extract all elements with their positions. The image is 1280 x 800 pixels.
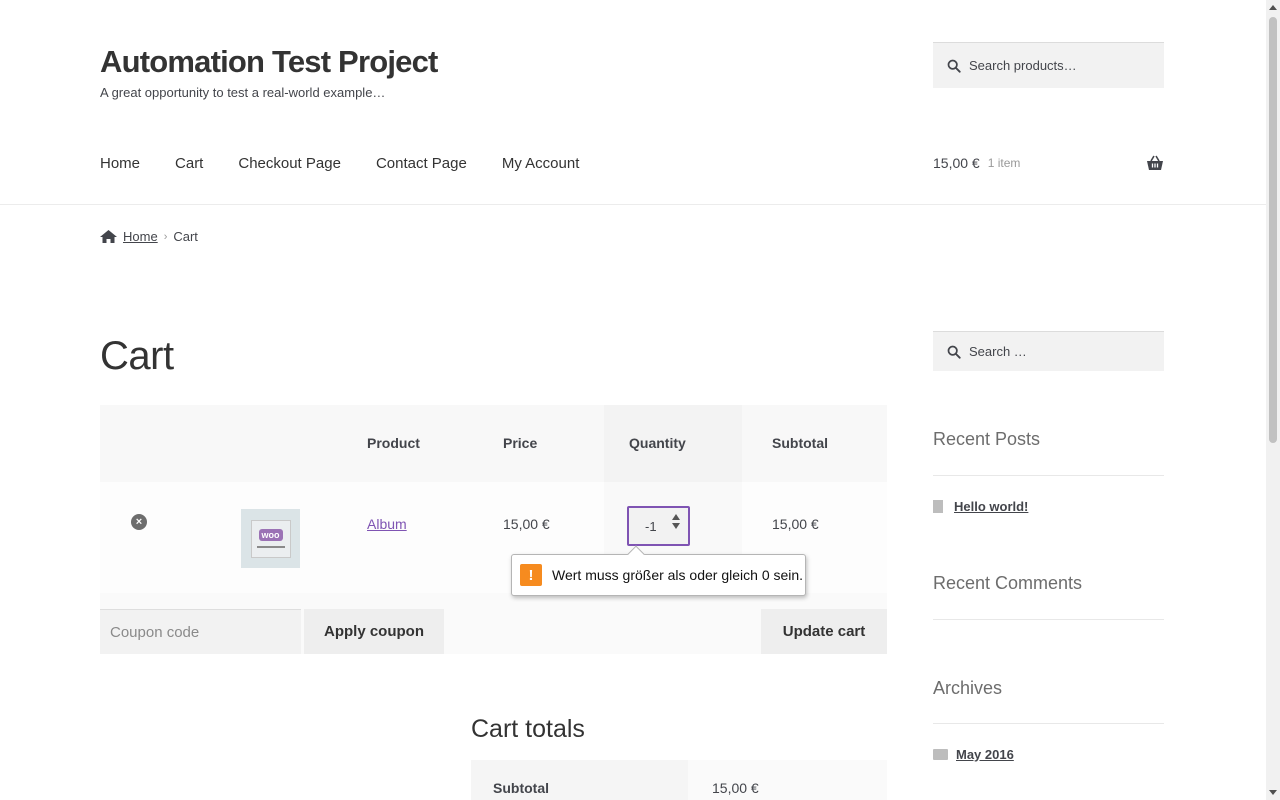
nav-item-cart[interactable]: Cart [175,155,203,172]
validation-message: Wert muss größer als oder gleich 0 sein. [552,567,804,583]
search-icon [947,59,961,73]
product-subtotal: 15,00 € [772,516,819,532]
nav-item-checkout[interactable]: Checkout Page [238,155,341,172]
header-mini-cart[interactable]: 15,00 € 1 item [933,155,1164,171]
breadcrumb-current: Cart [173,229,198,244]
product-price: 15,00 € [503,516,550,532]
scroll-thumb[interactable] [1269,17,1277,443]
basket-icon [1147,155,1163,170]
validation-tooltip: ! Wert muss größer als oder gleich 0 sei… [511,545,806,596]
cart-table-header: Product Price Quantity Subtotal [100,405,887,482]
header-divider [0,204,1266,205]
column-product: Product [367,435,420,451]
update-cart-button[interactable]: Update cart [761,609,887,654]
mini-cart-count: 1 item [987,156,1021,170]
totals-subtotal-label: Subtotal [493,780,549,796]
nav-item-contact[interactable]: Contact Page [376,155,467,172]
quantity-value: -1 [645,518,657,534]
mini-cart-amount: 15,00 € [933,155,980,171]
woo-logo: woo [258,529,283,541]
product-thumbnail[interactable]: woo [241,509,300,568]
folder-icon [933,749,948,760]
site-description: A great opportunity to test a real-world… [100,85,386,100]
totals-subtotal-value: 15,00 € [712,780,759,796]
nav-item-home[interactable]: Home [100,155,140,172]
sidebar-search-placeholder: Search … [969,344,1027,359]
column-subtotal: Subtotal [772,435,828,451]
product-search-placeholder: Search products… [969,58,1077,73]
archive-link[interactable]: May 2016 [956,747,1014,762]
quantity-stepper[interactable] [672,514,680,529]
scroll-up-icon[interactable] [1269,5,1277,10]
quantity-input[interactable]: -1 [627,506,690,546]
recent-post-item: Hello world! [933,499,1028,514]
cart-totals-title: Cart totals [471,715,585,743]
archive-item: May 2016 [933,747,1014,762]
primary-navigation: Home Cart Checkout Page Contact Page My … [100,155,614,172]
document-icon [933,500,943,513]
stepper-down-icon[interactable] [672,523,680,529]
site-title[interactable]: Automation Test Project [100,44,438,80]
breadcrumb: Home › Cart [100,229,198,244]
apply-coupon-button[interactable]: Apply coupon [304,609,444,654]
breadcrumb-home-link[interactable]: Home [123,229,158,244]
cart-totals-table: Subtotal 15,00 € [471,760,887,800]
recent-post-link[interactable]: Hello world! [954,499,1028,514]
search-icon [947,345,961,359]
product-link[interactable]: Album [367,516,407,532]
remove-item-icon[interactable]: × [131,514,147,530]
product-thumbnail-image: woo [250,519,291,558]
sidebar-search-input[interactable]: Search … [933,331,1164,371]
nav-item-my-account[interactable]: My Account [502,155,580,172]
stepper-up-icon[interactable] [672,514,680,520]
page-scrollbar[interactable] [1266,0,1280,800]
scroll-down-icon[interactable] [1269,790,1277,795]
column-price: Price [503,435,538,451]
cart-table: Product Price Quantity Subtotal × Album … [100,405,887,654]
page-title: Cart [100,334,174,378]
breadcrumb-separator-icon: › [163,230,168,243]
coupon-placeholder: Coupon code [110,623,200,641]
recent-comments-title: Recent Comments [933,573,1083,593]
product-search-input[interactable]: Search products… [933,42,1164,88]
column-quantity: Quantity [629,435,686,451]
coupon-code-input[interactable]: Coupon code [100,609,301,654]
warning-icon: ! [520,564,542,586]
recent-posts-title: Recent Posts [933,429,1041,449]
cart-actions: Coupon code Apply coupon Update cart [100,593,887,654]
archives-title: Archives [933,678,1003,698]
home-icon [100,230,117,243]
